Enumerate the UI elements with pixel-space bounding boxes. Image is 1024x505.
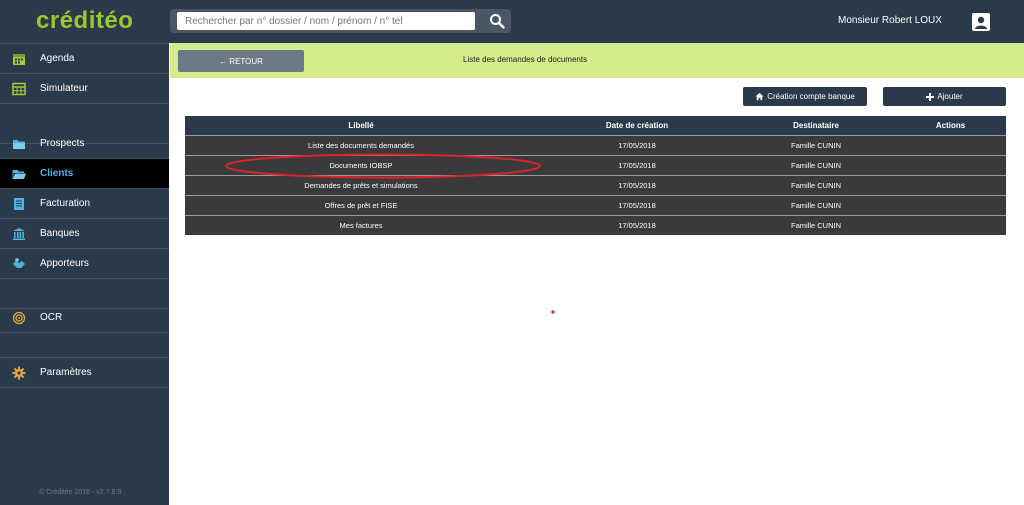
cell-date: 17/05/2018 [618,141,656,150]
back-button[interactable]: ← RETOUR [178,50,304,72]
calculator-icon [12,82,26,96]
copyright-text: © Créditéo 2016 - v2.7.6.9 [39,489,122,496]
handshake-icon [13,258,25,268]
create-bank-account-button[interactable]: Création compte banque [743,87,867,106]
user-name[interactable]: Monsieur Robert LOUX [838,15,942,26]
search-icon [489,14,505,29]
home-icon [755,92,764,101]
sidebar-item-clients[interactable]: Clients [0,159,169,189]
sidebar-item-label: Prospects [40,138,85,149]
cell-destinataire: Famille CUNIN [790,141,841,150]
page-title: Liste des demandes de documents [463,55,588,64]
cell-actions [895,196,1006,215]
column-header-date[interactable]: Date de création [537,116,737,135]
search-input[interactable] [177,12,475,30]
cell-destinataire: Famille CUNIN [790,221,841,230]
cell-actions [895,136,1006,155]
sidebar-item-label: Clients [40,168,74,179]
sidebar-item-label: Apporteurs [40,258,89,269]
annotation-ellipse [225,153,541,179]
sidebar-item-prospects[interactable]: Prospects [0,129,169,159]
search-button[interactable] [482,9,511,33]
table-row[interactable]: Mes factures 17/05/2018 Famille CUNIN [185,215,1006,235]
sidebar-item-agenda[interactable]: Agenda [0,44,169,74]
cell-libelle: Offres de prêt et FISE [324,201,398,210]
bank-icon [13,228,25,240]
sidebar-item-banques[interactable]: Banques [0,219,169,249]
search-bar [170,9,511,33]
table-row[interactable]: Offres de prêt et FISE 17/05/2018 Famill… [185,195,1006,215]
sidebar-item-label: Paramètres [40,367,92,378]
plus-icon [926,92,935,101]
gear-icon [12,366,26,380]
sidebar-item-ocr[interactable]: OCR [0,303,169,333]
sidebar-item-label: Agenda [40,53,75,64]
app-logo[interactable]: créditéo [36,7,133,35]
sidebar: Agenda Simulateur Prospects Clients Fact… [0,43,169,505]
column-header-libelle[interactable]: Libellé [185,116,537,135]
sidebar-item-label: Banques [40,228,80,239]
ocr-icon [12,311,26,325]
column-header-destinataire[interactable]: Destinataire [737,116,895,135]
folder-icon [13,140,25,149]
sidebar-item-facturation[interactable]: Facturation [0,189,169,219]
sidebar-item-apporteurs[interactable]: Apporteurs [0,249,169,279]
invoice-icon [14,198,24,210]
add-label: Ajouter [937,92,963,101]
table-row[interactable]: Liste des documents demandés 17/05/2018 … [185,135,1006,155]
cell-date: 17/05/2018 [618,221,656,230]
cell-libelle: Mes factures [339,221,383,230]
folder-open-icon [12,170,26,179]
annotation-dot [551,310,555,314]
cell-date: 17/05/2018 [618,161,656,170]
column-header-actions: Actions [935,121,966,130]
top-bar: créditéo Monsieur Robert LOUX [0,0,1024,43]
create-bank-account-label: Création compte banque [767,92,855,101]
cell-destinataire: Famille CUNIN [790,201,841,210]
sidebar-item-label: OCR [40,312,63,323]
cell-actions [895,176,1006,195]
user-profile-icon[interactable] [972,13,990,31]
calendar-icon [13,54,25,65]
cell-destinataire: Famille CUNIN [790,161,841,170]
cell-date: 17/05/2018 [618,201,656,210]
content-header: ← RETOUR Liste des demandes de documents [170,43,1024,78]
sidebar-item-parametres[interactable]: Paramètres [0,358,169,388]
cell-actions [895,216,1006,235]
cell-actions [895,156,1006,175]
table-header: Libellé Date de création Destinataire Ac… [185,116,1006,135]
cell-destinataire: Famille CUNIN [790,181,841,190]
add-button[interactable]: Ajouter [883,87,1006,106]
sidebar-item-label: Facturation [40,198,91,209]
cell-date: 17/05/2018 [618,181,656,190]
sidebar-item-label: Simulateur [40,83,88,94]
sidebar-item-simulateur[interactable]: Simulateur [0,74,169,104]
